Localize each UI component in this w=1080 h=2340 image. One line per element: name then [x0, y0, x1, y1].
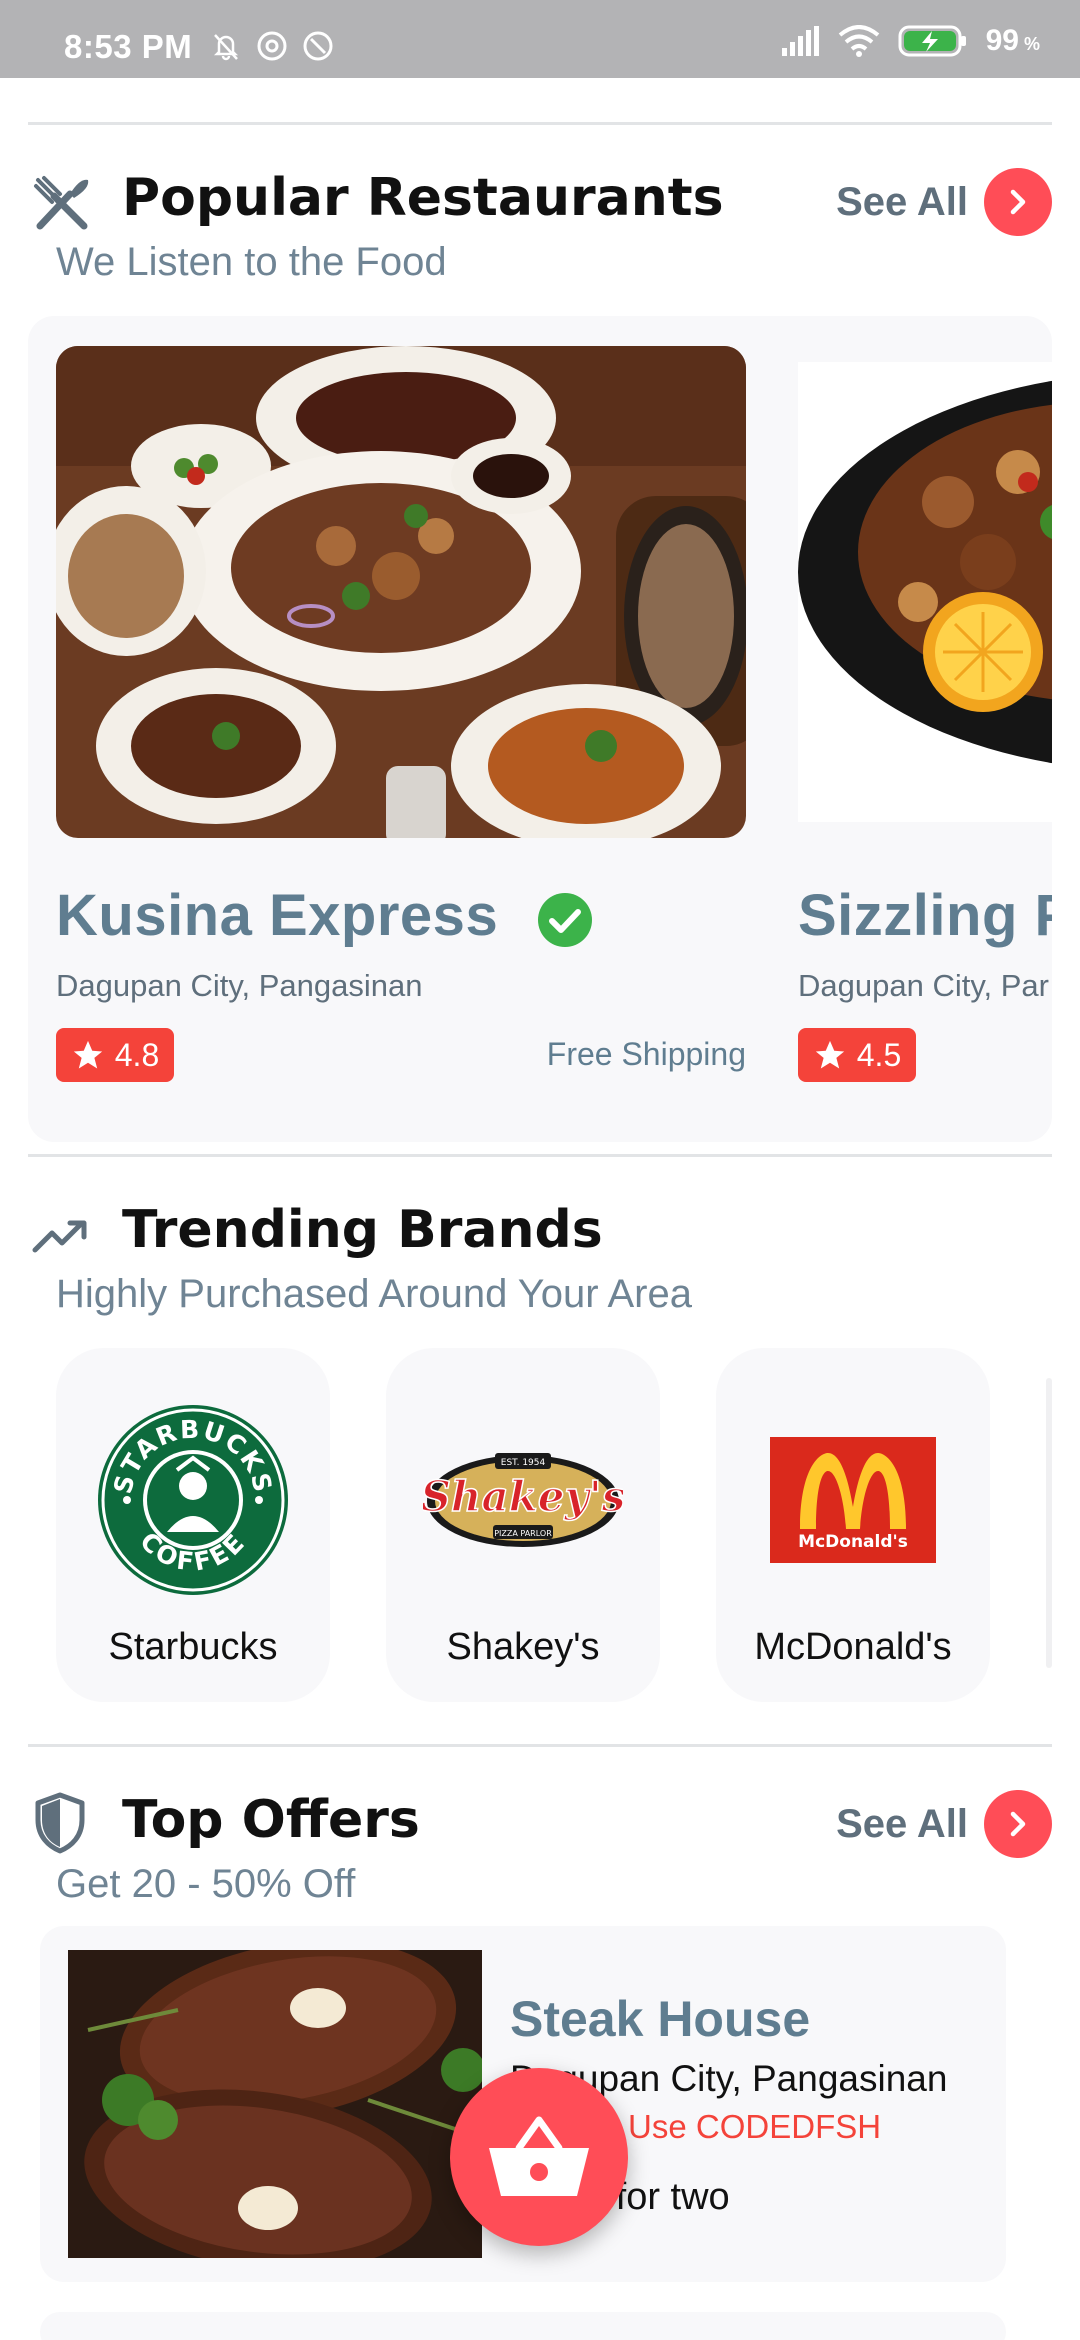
shakeys-logo: EST. 1954 Shakey's PIZZA PARLOR [386, 1400, 660, 1600]
rating-badge: 4.5 [798, 1028, 916, 1082]
sync-icon [303, 31, 333, 61]
status-time: 8:53 PM [64, 28, 193, 65]
brand-name: Shakey's [446, 1626, 600, 1668]
status-notification-icons [210, 30, 334, 62]
battery-charging-icon [898, 25, 966, 57]
fork-knife-icon [34, 176, 89, 230]
shield-icon [35, 1792, 85, 1854]
rating-value: 4.8 [114, 1036, 160, 1073]
star-icon [73, 1040, 102, 1069]
restaurant-food-image [798, 362, 1052, 822]
brand-card-starbucks[interactable]: STARBUCKS COFFEE Starbucks [56, 1348, 330, 1702]
trending-up-icon [32, 1220, 87, 1253]
restaurant-food-image [56, 346, 746, 838]
rating-value: 4.5 [856, 1036, 902, 1073]
star-icon [815, 1040, 844, 1069]
trending-brands-title: Trending Brands [122, 1200, 603, 1260]
basket-icon [489, 2116, 589, 2196]
shipping-label: Free Shipping [546, 1036, 746, 1072]
popular-restaurants-subtitle: We Listen to the Food [56, 240, 447, 284]
signal-icon [781, 26, 819, 56]
brand-card-partial [1046, 1378, 1052, 1668]
mcdonalds-logo-text: McDonald's [798, 1532, 908, 1552]
restaurant-name: Kusina Express [56, 882, 593, 949]
verified-check-icon [537, 892, 592, 947]
sync-icon [257, 31, 287, 61]
trending-brands-subtitle: Highly Purchased Around Your Area [56, 1272, 692, 1316]
battery-percentage: 99 % [985, 24, 1040, 57]
restaurant-location: Dagupan City, Pangasinan [56, 968, 423, 1003]
starbucks-logo: STARBUCKS COFFEE [56, 1400, 330, 1600]
brand-card-shakeys[interactable]: EST. 1954 Shakey's PIZZA PARLOR Shakey's [386, 1348, 660, 1702]
brand-name: McDonald's [754, 1626, 952, 1668]
wifi-icon [838, 25, 879, 57]
status-system-icons: 99 % [780, 24, 1040, 58]
shakeys-logo-text: Shakey's [423, 1472, 623, 1521]
chevron-right-icon [984, 168, 1052, 236]
rating-badge: 4.8 [56, 1028, 174, 1082]
top-offers-title: Top Offers [122, 1790, 420, 1850]
top-offers-subtitle: Get 20 - 50% Off [56, 1862, 356, 1906]
shakeys-logo-est: EST. 1954 [501, 1458, 546, 1468]
offer-restaurant-name: Steak House [510, 1991, 811, 2047]
offer-card[interactable] [40, 2312, 1006, 2340]
popular-restaurants-title: Popular Restaurants [122, 168, 724, 228]
restaurant-location: Dagupan City, Par [798, 968, 1049, 1003]
popular-see-all-button[interactable]: See All [836, 168, 1052, 236]
cart-fab-button[interactable] [450, 2068, 628, 2246]
divider [28, 122, 1052, 125]
restaurant-name: Sizzling P [798, 883, 1052, 948]
see-all-label: See All [836, 1801, 968, 1846]
brand-name: Starbucks [108, 1626, 278, 1668]
bell-off-icon [213, 34, 239, 61]
mcdonalds-logo: McDonald's [716, 1400, 990, 1600]
see-all-label: See All [836, 179, 968, 224]
divider [28, 1744, 1052, 1747]
divider [28, 1154, 1052, 1157]
brand-card-mcdonalds[interactable]: McDonald's McDonald's [716, 1348, 990, 1702]
offer-food-image [68, 1950, 482, 2258]
offers-see-all-button[interactable]: See All [836, 1790, 1052, 1858]
restaurant-carousel[interactable]: Kusina Express Dagupan City, Pangasinan … [28, 316, 1052, 1142]
restaurant-name-text: Kusina Express [56, 883, 499, 948]
status-bar: 8:53 PM 99 % [0, 0, 1080, 78]
chevron-right-icon [984, 1790, 1052, 1858]
shakeys-logo-sub: PIZZA PARLOR [494, 1529, 552, 1538]
